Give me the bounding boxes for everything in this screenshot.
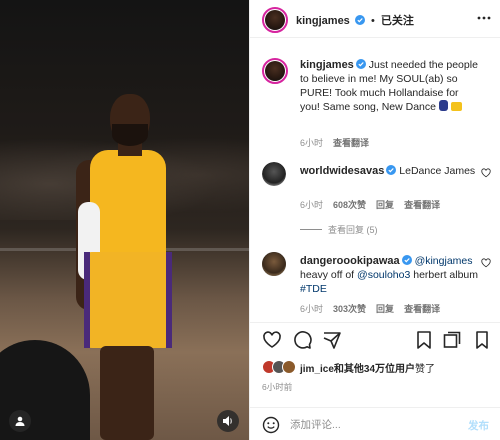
comment-text: heavy off of	[300, 269, 355, 281]
crown-emoji-icon	[450, 102, 462, 111]
comment-username[interactable]: dangeroookipawaa	[300, 255, 400, 267]
reply-link[interactable]: 回复	[376, 302, 394, 315]
first-liker[interactable]: jim_ice	[300, 364, 334, 375]
copy-icon[interactable]	[442, 330, 462, 350]
comment-icon[interactable]	[292, 330, 312, 350]
comment-likes[interactable]: 303次赞	[333, 302, 366, 315]
liker-avatar	[282, 360, 296, 374]
heart-icon[interactable]	[262, 330, 282, 350]
separator-dot: •	[370, 15, 375, 27]
user-tag-icon[interactable]	[9, 410, 31, 432]
caption-time: 6小时	[300, 138, 324, 148]
follow-status[interactable]: 已关注	[381, 15, 414, 27]
player-figure	[74, 90, 184, 440]
see-translation-link[interactable]: 查看翻译	[404, 302, 440, 315]
comment-time: 6小时	[300, 304, 324, 314]
comment-heart-icon[interactable]	[481, 168, 491, 178]
dancer-emoji-icon	[438, 100, 448, 111]
more-horizontal-icon[interactable]	[477, 12, 491, 24]
verified-icon	[386, 165, 397, 175]
sound-icon[interactable]	[217, 410, 239, 432]
commenter-avatar[interactable]	[262, 252, 286, 276]
see-translation-link[interactable]: 查看翻译	[333, 136, 369, 149]
post-header: kingjames • 已关注	[250, 0, 500, 38]
see-translation-link[interactable]: 查看翻译	[404, 198, 440, 211]
comment-text: herbert album	[413, 269, 479, 281]
comment-username[interactable]: worldwidesavas	[300, 165, 384, 177]
post-media[interactable]	[0, 0, 249, 440]
view-replies-link[interactable]: 查看回复 (5)	[300, 223, 378, 236]
hashtag-link[interactable]: #TDE	[300, 283, 327, 295]
action-bar	[250, 322, 500, 356]
author-username[interactable]: kingjames	[296, 15, 350, 27]
caption-avatar[interactable]	[262, 58, 288, 84]
comment-input[interactable]	[290, 416, 440, 434]
likes-count[interactable]: 和其他34万位用户	[334, 364, 415, 375]
mention-link[interactable]: @souloho3	[357, 269, 410, 281]
comments-list: kingjames Just needed the people to beli…	[250, 48, 500, 318]
mention-link[interactable]: @kingjames	[415, 255, 473, 267]
post-comment-button[interactable]: 发布	[468, 418, 489, 433]
commenter-avatar[interactable]	[262, 162, 286, 186]
verified-icon	[355, 59, 366, 69]
comment-composer: 发布	[250, 407, 500, 440]
verified-icon	[354, 15, 365, 25]
comment-likes[interactable]: 608次赞	[333, 198, 366, 211]
caption-username[interactable]: kingjames	[300, 59, 354, 71]
reply-link[interactable]: 回复	[376, 198, 394, 211]
comment-time: 6小时	[300, 200, 324, 210]
author-avatar[interactable]	[262, 7, 288, 33]
likes-suffix: 赞了	[415, 363, 436, 375]
bookmark-icon[interactable]	[414, 330, 434, 350]
post-time: 6小时前	[262, 382, 293, 392]
comment-heart-icon[interactable]	[481, 258, 491, 268]
verified-icon	[401, 255, 412, 265]
emoji-icon[interactable]	[262, 416, 280, 434]
comment-text: LeDance James	[399, 165, 476, 177]
likes-summary[interactable]: jim_ice和其他34万位用户赞了	[262, 358, 435, 376]
post-panel: kingjames • 已关注 kingjames Just needed th…	[249, 0, 500, 440]
send-icon[interactable]	[322, 330, 342, 350]
save-icon[interactable]	[472, 330, 492, 350]
